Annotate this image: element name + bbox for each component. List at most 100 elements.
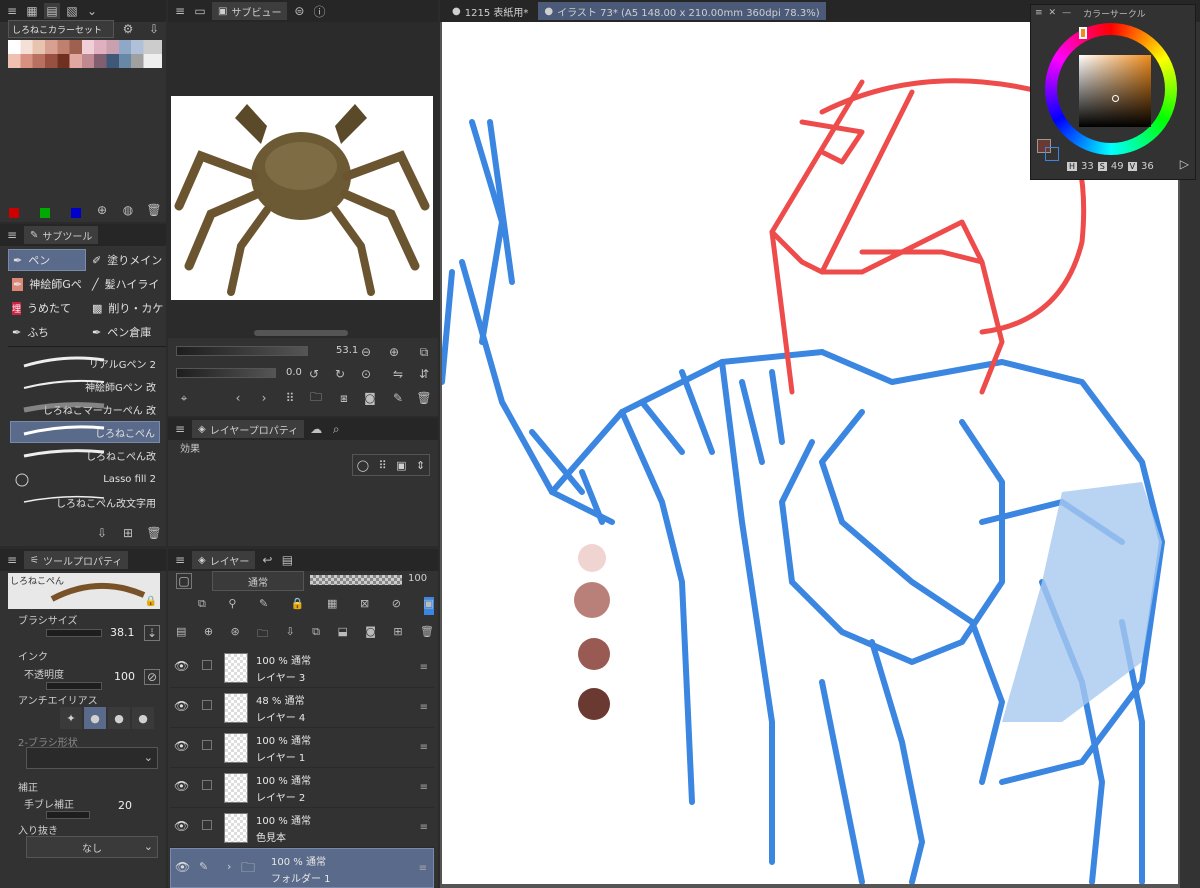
drag-handle-icon[interactable]: ≡ <box>420 822 428 833</box>
eyedropper-icon[interactable]: ⌖ <box>176 390 192 406</box>
chevron-right-icon[interactable]: › <box>227 860 231 873</box>
drag-handle-icon[interactable]: ≡ <box>419 863 427 874</box>
drag-handle-icon[interactable]: ≡ <box>420 662 428 673</box>
layer-row[interactable]: 👁 100 % 通常 レイヤー 3 ≡ <box>170 648 434 688</box>
play-icon[interactable]: ▷ <box>1180 157 1189 171</box>
menu-icon[interactable]: ≡ <box>172 421 188 437</box>
lock-icon[interactable]: 🔒 <box>291 597 305 615</box>
transfer-down-icon[interactable]: ⇩ <box>286 625 295 643</box>
mask-create-icon[interactable]: ◙ <box>365 625 376 643</box>
layer-list-icon[interactable]: ▤ <box>176 625 186 643</box>
flip-horizontal-icon[interactable]: ⇋ <box>390 366 406 382</box>
fit-icon[interactable]: ⧉ <box>416 344 432 360</box>
menu-icon[interactable]: ≡ <box>4 227 20 243</box>
layer-checkbox[interactable] <box>202 780 212 790</box>
antialias-none-icon[interactable]: ✦ <box>60 707 82 729</box>
rotate-left-icon[interactable]: ↺ <box>306 366 322 382</box>
antialias-weak-icon[interactable]: ● <box>84 707 106 729</box>
eye-icon[interactable]: 👁 <box>174 739 190 755</box>
close-icon[interactable]: ✕ <box>1049 8 1057 18</box>
tab-document-1[interactable]: ● 1215 表紙用* <box>446 2 534 20</box>
subtool-group-edge[interactable]: ✒ ふち <box>8 321 86 343</box>
eye-icon[interactable]: 👁 <box>174 779 190 795</box>
swatch-add-icon[interactable]: ⊕ <box>94 202 110 218</box>
menu-icon[interactable]: ≡ <box>1035 8 1043 18</box>
layer-checkbox[interactable] <box>202 820 212 830</box>
rotate-value[interactable]: 0.0 <box>286 367 302 378</box>
layer-color-icon[interactable]: ▣ <box>396 459 406 472</box>
new-vector-layer-icon[interactable]: ⊛ <box>230 625 239 643</box>
auto-action-icon[interactable]: ▤ <box>279 552 295 568</box>
combine-icon[interactable]: ⧉ <box>312 625 320 643</box>
menu-icon[interactable]: ≡ <box>4 3 20 19</box>
rotate-slider[interactable] <box>176 368 276 378</box>
subtool-group-god-pen[interactable]: ✒ 神絵師Gペ <box>8 273 86 295</box>
edit-icon[interactable]: ✎ <box>390 390 406 406</box>
zoom-slider[interactable] <box>176 346 308 356</box>
next-icon[interactable]: › <box>256 390 272 406</box>
search-tab-icon[interactable]: ⌕ <box>328 421 344 437</box>
flip-vertical-icon[interactable]: ⇵ <box>416 366 432 382</box>
layer-opacity-value[interactable]: 100 <box>408 573 427 584</box>
lock-alpha-icon[interactable]: ▦ <box>327 597 337 615</box>
mask-enable-icon[interactable]: ⊘ <box>392 597 401 615</box>
delete-image-icon[interactable]: 🗑 <box>416 390 432 406</box>
tab-layer-property[interactable]: ◈ レイヤープロパティ <box>192 420 305 438</box>
trash-icon[interactable]: 🗑 <box>146 202 162 218</box>
layer-search-icon[interactable]: ⊜ <box>291 3 307 19</box>
camera-icon[interactable]: ◙ <box>362 390 378 406</box>
mask-icon[interactable]: ⊠ <box>360 597 369 615</box>
copy-brush-icon[interactable]: ⇩ <box>94 525 110 541</box>
history-icon[interactable]: ↩ <box>259 552 275 568</box>
prev-icon[interactable]: ‹ <box>230 390 246 406</box>
antialias-mid-icon[interactable]: ● <box>108 707 130 729</box>
tab-layer[interactable]: ◈ レイヤー <box>192 551 256 569</box>
brush-size-menu-icon[interactable]: ⇣ <box>144 625 160 641</box>
border-effect-icon[interactable]: ◯ <box>357 459 369 472</box>
subtool-group-pen[interactable]: ✒ ペン <box>8 249 86 271</box>
chevron-updown-icon[interactable]: ⇕ <box>416 459 425 472</box>
taper-select[interactable]: なし ⌄ <box>26 836 158 858</box>
lock-icon[interactable]: 🔒 <box>145 596 157 607</box>
delete-brush-icon[interactable]: 🗑 <box>146 525 162 541</box>
drag-handle-icon[interactable]: ≡ <box>420 782 428 793</box>
zoom-value[interactable]: 53.1 <box>336 345 358 356</box>
history-icon[interactable]: ▧ <box>64 3 80 19</box>
swatch-picker-icon[interactable]: ◍ <box>120 202 136 218</box>
layer-checkbox[interactable] <box>202 660 212 670</box>
color-set-select[interactable]: しろねこカラーセット <box>8 20 114 38</box>
layer-checkbox[interactable] <box>202 740 212 750</box>
drag-handle-icon[interactable]: ≡ <box>420 702 428 713</box>
zoom-out-icon[interactable]: ⊖ <box>358 344 374 360</box>
tone-effect-icon[interactable]: ⠿ <box>379 459 387 472</box>
saturation-value-square[interactable] <box>1079 55 1151 127</box>
subtool-group-paint-main[interactable]: ✐ 塗りメイン <box>88 249 166 271</box>
menu-icon[interactable]: ≡ <box>4 552 20 568</box>
brush-shape-select[interactable]: ⌄ <box>26 747 158 769</box>
opacity-slider[interactable] <box>46 682 102 690</box>
merge-icon[interactable]: ⬓ <box>337 625 347 643</box>
eye-icon[interactable]: 👁 <box>175 860 191 876</box>
subtool-group-pen-storage[interactable]: ✒ ペン倉庫 <box>88 321 166 343</box>
info-icon[interactable]: ⓘ <box>311 3 327 19</box>
layer-type-icon[interactable]: ▢ <box>176 573 192 589</box>
tab-document-2[interactable]: ● イラスト 73* (A5 148.00 x 210.00mm 360dpi 7… <box>538 2 826 20</box>
subtool-group-hair-highlight[interactable]: ╱ 髪ハイライ <box>88 273 166 295</box>
sub-color-swatch[interactable] <box>1045 147 1059 161</box>
red-swatch[interactable] <box>9 208 19 218</box>
wrench-icon[interactable]: ⚙ <box>120 21 136 37</box>
tab-subview[interactable]: ▣ サブビュー <box>212 2 288 20</box>
opacity-lock-icon[interactable]: ⊘ <box>144 669 160 685</box>
zoom-in-icon[interactable]: ⊕ <box>386 344 402 360</box>
layer-row[interactable]: 👁 48 % 通常 レイヤー 4 ≡ <box>170 688 434 728</box>
antialias-strong-icon[interactable]: ● <box>132 707 154 729</box>
collapse-icon[interactable]: ⌄ <box>84 3 100 19</box>
rotate-right-icon[interactable]: ↻ <box>332 366 348 382</box>
navigator-icon[interactable]: ▭ <box>192 3 208 19</box>
layer-row[interactable]: 👁 100 % 通常 レイヤー 2 ≡ <box>170 768 434 808</box>
layer-opacity-slider[interactable] <box>310 575 402 585</box>
minimize-icon[interactable]: — <box>1062 8 1071 18</box>
eye-icon[interactable]: 👁 <box>174 819 190 835</box>
subtool-group-scrape[interactable]: ▩ 削り・カケ <box>88 297 166 319</box>
open-folder-icon[interactable]: 🗀 <box>308 390 324 406</box>
